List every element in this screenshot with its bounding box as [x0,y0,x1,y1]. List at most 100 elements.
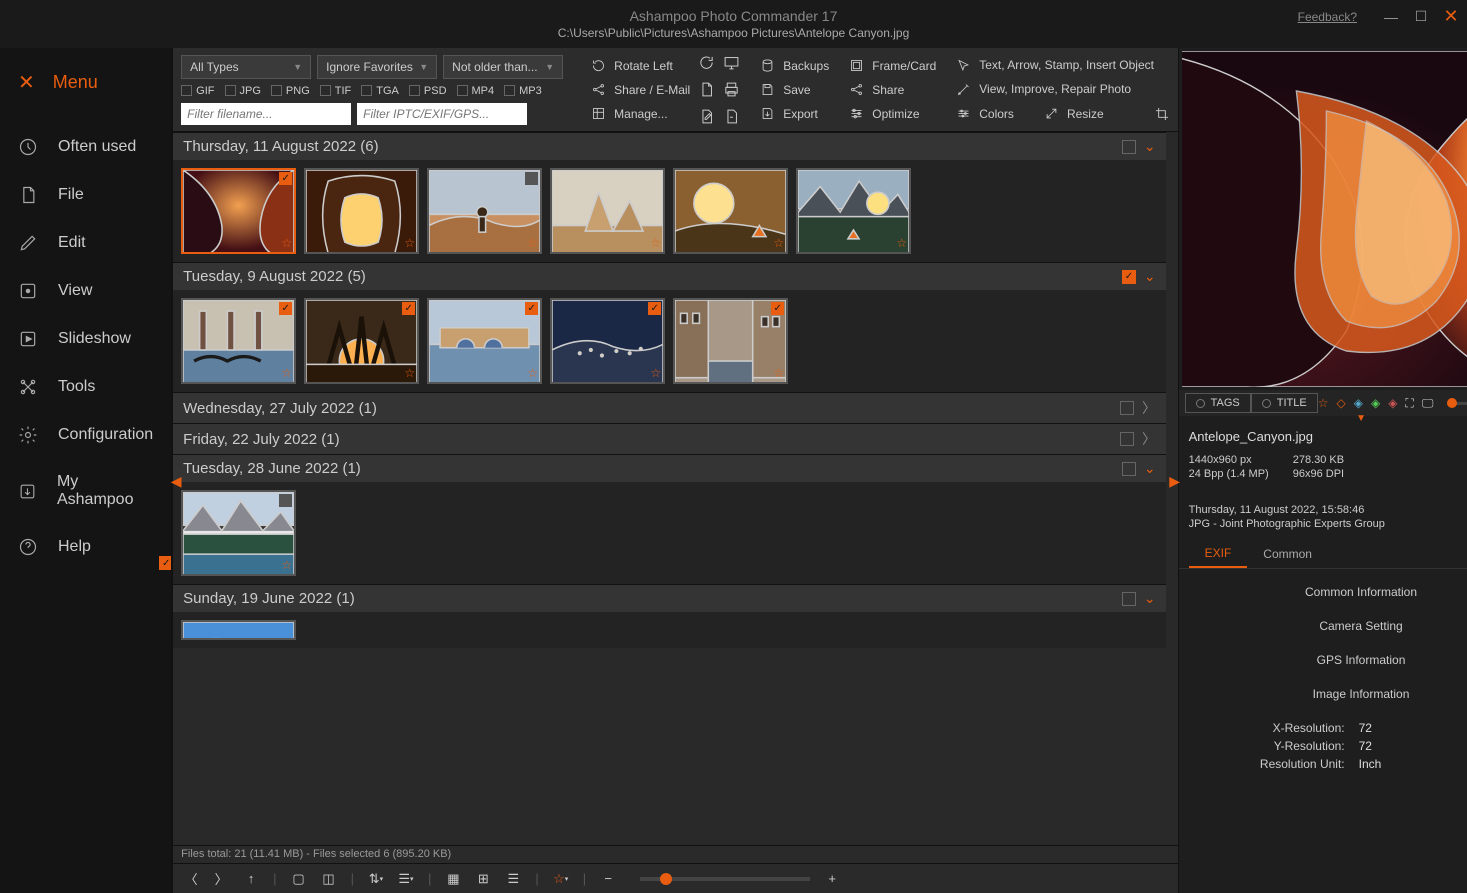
filter-meta-input[interactable] [357,103,527,125]
optimize-button[interactable]: Optimize [849,106,936,121]
date-group-header[interactable]: Tuesday, 28 June 2022 (1)⌄ [173,454,1165,482]
thumb-star-icon[interactable]: ☆ [650,366,661,380]
thumb-star-icon[interactable]: ☆ [896,236,907,250]
panel-collapse-left[interactable]: ◀ [171,471,181,493]
group-chevron-icon[interactable]: ⌄ [1144,460,1156,477]
resize-button[interactable]: Resize [1044,106,1104,122]
thumb-check-icon[interactable] [279,494,292,507]
date-group-header[interactable]: Tuesday, 9 August 2022 (5)✓⌄ [173,262,1165,290]
thumb-star-icon[interactable]: ☆ [650,236,661,250]
maximize-button[interactable]: ☐ [1413,8,1429,25]
menu-item-my-ashampoo[interactable]: My Ashampoo [0,459,171,523]
group-chevron-icon[interactable]: ⌄ [1144,138,1156,155]
text-arrow-stamp-button[interactable]: Text, Arrow, Stamp, Insert Object [956,58,1169,73]
filter-gif[interactable]: GIF [181,85,214,97]
filter-png[interactable]: PNG [271,85,310,97]
close-button[interactable]: ✕ [1443,6,1459,27]
group-checkbox[interactable] [1122,140,1136,154]
list-icon[interactable]: ☰ [505,871,521,887]
thumbnail[interactable]: ☆ [673,168,788,254]
filter-tga[interactable]: TGA [361,85,399,97]
group-chevron-icon[interactable]: ⌄ [1144,268,1156,285]
thumb-star-icon[interactable]: ☆ [404,236,415,250]
thumb-check-icon[interactable]: ✓ [525,302,538,315]
types-dropdown[interactable]: All Types▼ [181,55,311,79]
menu-item-configuration[interactable]: Configuration [0,411,171,459]
filter-psd[interactable]: PSD [409,85,447,97]
preview-monitor-icon[interactable]: 🖵 [1422,396,1434,411]
group-checkbox[interactable] [1120,401,1134,415]
zoom-out-icon[interactable]: − [600,871,616,887]
menu-item-tools[interactable]: Tools [0,363,171,411]
crop-icon[interactable] [1154,106,1170,122]
thumb-check-icon[interactable]: ✓ [279,302,292,315]
filter-mp4[interactable]: MP4 [457,85,495,97]
monitor-icon[interactable] [723,54,740,71]
thumbnail-gallery[interactable]: Thursday, 11 August 2022 (6)⌄✓☆☆☆☆☆☆Tues… [173,132,1177,845]
thumb-star-icon[interactable]: ☆ [527,236,538,250]
filter-filename-input[interactable] [181,103,351,125]
preview-zoom-slider[interactable] [1447,402,1467,405]
group-chevron-icon[interactable]: ⌄ [1144,590,1156,607]
preview-shape3-icon[interactable]: ◈ [1388,396,1397,410]
thumb-star-icon[interactable]: ☆ [527,366,538,380]
view-single-icon[interactable]: ▢ [291,871,307,887]
nav-up-icon[interactable]: ↑ [243,871,259,887]
group-chevron-icon[interactable]: 〈 [1142,398,1156,418]
group-checkbox[interactable]: ✓ [1122,270,1136,284]
thumbnail[interactable]: ☆ [304,168,419,254]
minimize-button[interactable]: — [1383,9,1399,25]
menu-item-slideshow[interactable]: Slideshow [0,315,171,363]
menu-item-view[interactable]: View [0,267,171,315]
export-button[interactable]: Export [760,106,829,121]
thumbnail[interactable]: ✓☆ [673,298,788,384]
thumb-check-icon[interactable]: ✓ [279,172,292,185]
preview-rect-icon[interactable]: ◇ [1336,396,1345,410]
new-doc-icon[interactable] [698,81,715,98]
backups-button[interactable]: Backups [760,58,829,73]
zoom-in-icon[interactable]: + [824,871,840,887]
group-checkbox[interactable] [1120,432,1134,446]
filter-icon[interactable]: ☰▾ [398,871,414,887]
favorite-star-icon[interactable]: ☆▾ [553,871,569,887]
group-chevron-icon[interactable]: 〈 [1142,429,1156,449]
grid-small-icon[interactable]: ⊞ [475,871,491,887]
filter-mp3[interactable]: MP3 [504,85,542,97]
sort-icon[interactable]: ⇅▾ [368,871,384,887]
preview-image[interactable] [1182,51,1467,387]
common-tab[interactable]: Common [1247,541,1328,567]
share-email-button[interactable]: Share / E-Mail [591,82,690,97]
preview-star-icon[interactable]: ☆ [1318,396,1329,410]
thumbnail[interactable]: ✓☆ [181,168,296,254]
nav-prev-icon[interactable]: 〈 [183,871,199,887]
date-group-header[interactable]: Friday, 22 July 2022 (1)〈 [173,423,1165,454]
filter-jpg[interactable]: JPG [225,85,261,97]
title-tab[interactable]: TITLE [1251,393,1318,413]
thumbnail[interactable]: ✓☆ [550,298,665,384]
thumb-check-icon[interactable] [525,172,538,185]
exif-tab[interactable]: EXIF [1189,540,1248,568]
nav-next-icon[interactable]: 〉 [213,871,229,887]
preview-shape1-icon[interactable]: ◈ [1354,396,1363,410]
preview-fullscreen-icon[interactable]: ⛶ [1405,396,1413,411]
refresh-icon[interactable] [698,54,715,71]
thumbnail[interactable]: ✓☆ [304,298,419,384]
menu-item-often-used[interactable]: Often used [0,123,171,171]
view-improve-button[interactable]: View, Improve, Repair Photo [956,82,1169,97]
thumb-check-icon[interactable]: ✓ [771,302,784,315]
thumb-check-icon[interactable]: ✓ [402,302,415,315]
thumb-star-icon[interactable]: ☆ [281,236,292,250]
menu-item-help[interactable]: Help [0,523,171,571]
save-button[interactable]: Save [760,82,829,97]
view-split-icon[interactable]: ◫ [321,871,337,887]
share-button[interactable]: Share [849,82,936,97]
thumbnail[interactable]: ☆ [550,168,665,254]
age-dropdown[interactable]: Not older than...▼ [443,55,563,79]
thumb-check-icon[interactable]: ✓ [648,302,661,315]
thumbnail[interactable]: ☆ [796,168,911,254]
menu-header[interactable]: ✕ Menu [0,48,171,123]
group-checkbox[interactable] [1122,462,1136,476]
thumbnail[interactable] [181,620,296,640]
preview-shape2-icon[interactable]: ◈ [1371,396,1380,410]
thumb-star-icon[interactable]: ☆ [281,558,292,572]
